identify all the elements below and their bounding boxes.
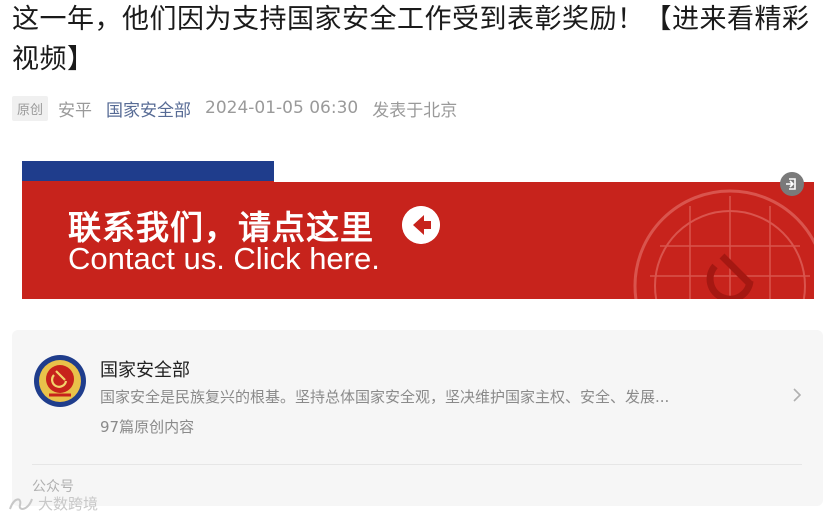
card-divider	[32, 464, 802, 465]
author-name: 安平	[58, 100, 93, 121]
chevron-right-icon[interactable]	[788, 386, 806, 404]
article-title: 这一年，他们因为支持国家安全工作受到表彰奖励！【进来看精彩视频】	[12, 4, 810, 75]
arrow-left-icon	[402, 206, 440, 244]
emblem-icon	[633, 189, 814, 299]
avatar	[34, 355, 86, 407]
publish-time: 2024-01-05 06:30	[205, 98, 359, 118]
banner-top-bar	[22, 161, 274, 181]
watermark-logo-icon	[9, 498, 33, 510]
account-name: 国家安全部	[100, 360, 190, 381]
banner-top-gap	[274, 161, 814, 182]
watermark-text: 大数跨境	[38, 495, 99, 513]
account-description: 国家安全是民族复兴的根基。坚持总体国家安全观，坚决维护国家主权、安全、发展...	[100, 388, 670, 406]
banner-text-en: Contact us. Click here.	[68, 241, 380, 276]
contact-banner[interactable]: 联系我们，请点这里 Contact us. Click here.	[22, 161, 814, 299]
original-badge: 原创	[12, 95, 49, 121]
article-count: 97篇原创内容	[100, 418, 195, 436]
article-meta: 原创 安平 国家安全部 2024-01-05 06:30 发表于北京	[12, 95, 457, 121]
account-link[interactable]: 国家安全部	[106, 96, 191, 121]
watermark: 大数跨境	[8, 493, 98, 514]
publish-location: 发表于北京	[372, 100, 458, 121]
exit-icon[interactable]	[780, 172, 804, 196]
account-card[interactable]: 国家安全部 国家安全是民族复兴的根基。坚持总体国家安全观，坚决维护国家主权、安全…	[12, 330, 823, 506]
